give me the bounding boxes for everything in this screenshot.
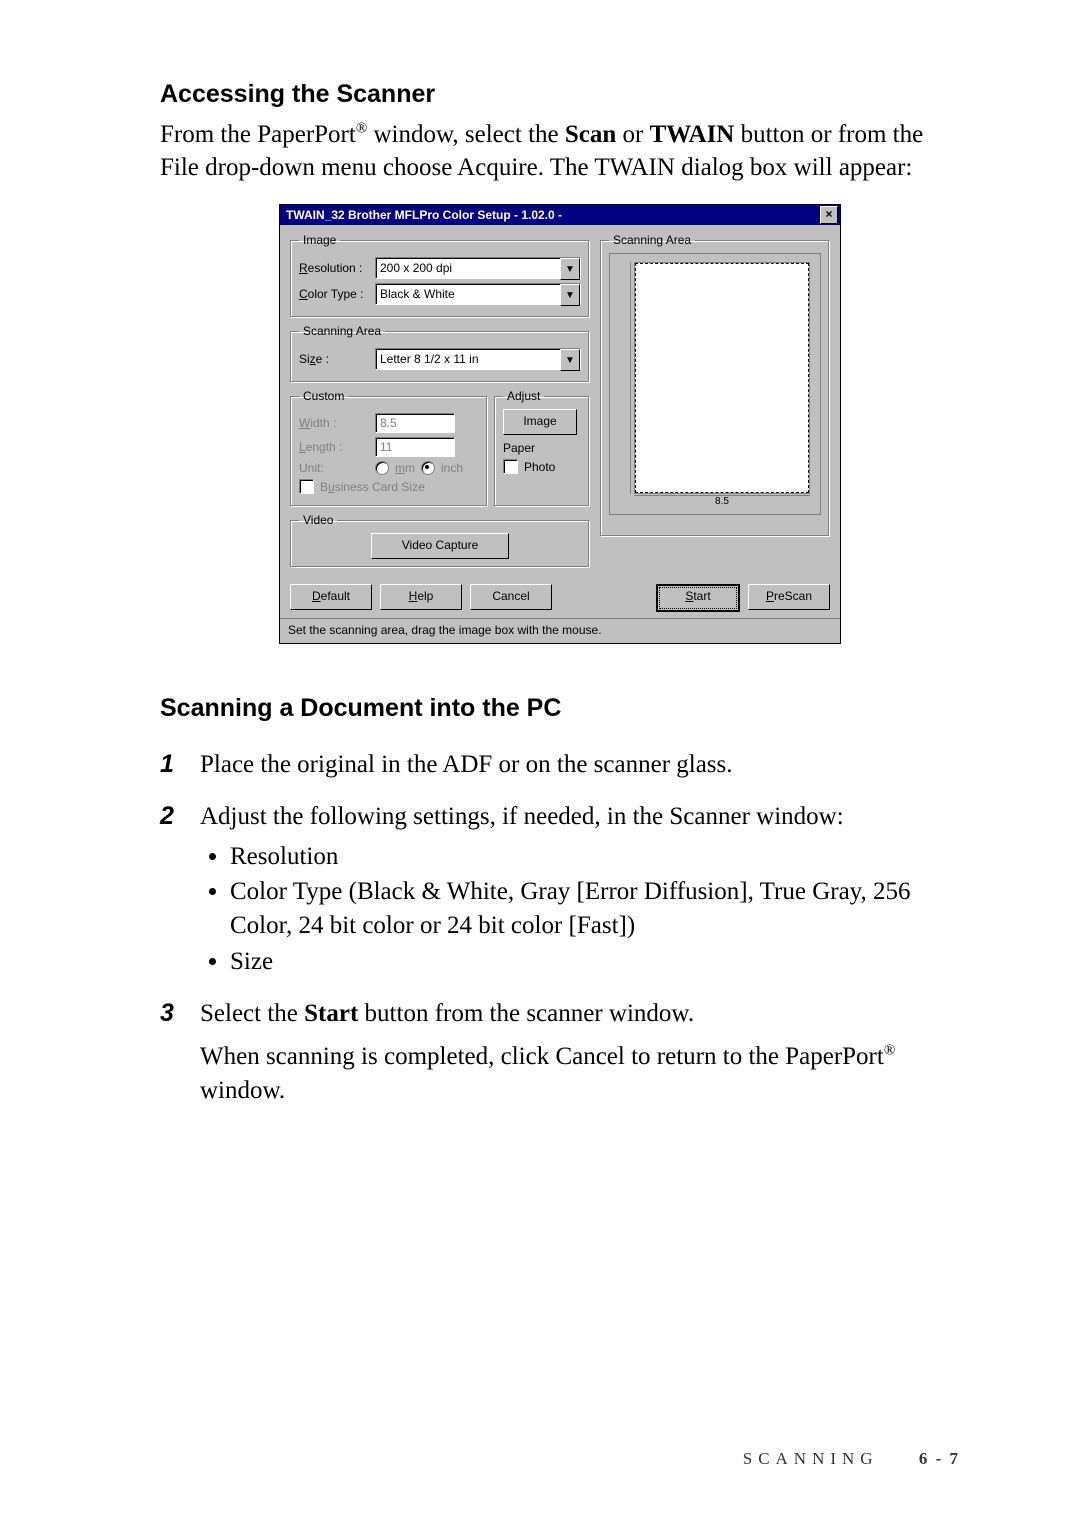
step-text: Place the original in the ADF or on the … [200,751,733,778]
close-icon[interactable]: × [820,206,838,224]
chevron-down-icon[interactable]: ▼ [560,284,580,306]
help-button[interactable]: Help [380,584,462,610]
document-page: Accessing the Scanner From the PaperPort… [0,0,1080,1529]
paper-label: Paper [503,441,581,455]
horizontal-ruler: 8.5 [634,495,810,510]
scan-word: Scan [565,121,616,148]
colortype-value: Black & White [380,287,455,301]
step-number: 1 [160,748,174,782]
step-number: 3 [160,997,174,1031]
colortype-label: Color Type : [299,287,369,301]
bullet-size: Size [230,945,960,979]
preview-group-label: Scanning Area [609,233,695,247]
custom-group: Custom Width : 8.5 Length : 11 Unit: [290,389,488,507]
start-button[interactable]: Start [656,584,740,612]
scanning-area-group: Scanning Area Size : Letter 8 1/2 x 11 i… [290,324,590,383]
chevron-down-icon[interactable]: ▼ [560,349,580,371]
step-number: 2 [160,800,174,834]
business-card-label: Business Card Size [320,480,425,494]
registered-mark: ® [356,121,367,137]
unit-inch-label: inch [441,461,463,475]
bullet-resolution: Resolution [230,840,960,874]
width-input[interactable]: 8.5 [375,413,455,433]
resolution-value: 200 x 200 dpi [380,261,452,275]
prescan-button[interactable]: PreScan [748,584,830,610]
step-1: 1 Place the original in the ADF or on th… [160,748,960,782]
footer-page-number: 6 - 7 [919,1449,960,1468]
chevron-down-icon[interactable]: ▼ [560,258,580,280]
bullet-colortype: Color Type (Black & White, Gray [Error D… [230,875,960,943]
size-label: Size : [299,352,369,366]
text: window, select the [367,121,565,148]
heading-accessing-scanner: Accessing the Scanner [160,80,960,109]
width-label: Width : [299,416,369,430]
cancel-button[interactable]: Cancel [470,584,552,610]
adjust-group: Adjust Image Paper Photo [494,389,590,507]
business-card-checkbox[interactable] [299,479,314,494]
photo-label: Photo [524,460,555,474]
unit-inch-radio[interactable] [421,461,435,475]
status-bar: Set the scanning area, drag the image bo… [280,618,840,643]
scan-canvas[interactable] [634,262,810,494]
step-3: 3 Select the Start button from the scann… [160,997,960,1108]
step-3-para2: When scanning is completed, click Cancel… [200,1040,960,1108]
adjust-image-button[interactable]: Image [503,409,577,435]
text: or [616,121,649,148]
resolution-label: Resolution : [299,261,369,275]
preview-group: Scanning Area 8.5 [600,233,830,537]
custom-group-label: Custom [299,389,348,403]
steps-list: 1 Place the original in the ADF or on th… [160,748,960,1108]
adjust-group-label: Adjust [503,389,544,403]
video-group-label: Video [299,513,337,527]
length-input[interactable]: 11 [375,437,455,457]
default-button[interactable]: Default [290,584,372,610]
heading-scanning-document: Scanning a Document into the PC [160,694,960,723]
vertical-ruler [614,262,631,494]
image-group: Image Resolution : 200 x 200 dpi ▼ Color… [290,233,590,318]
scanning-area-group-label: Scanning Area [299,324,385,338]
text: From the PaperPort [160,121,356,148]
step-2: 2 Adjust the following settings, if need… [160,800,960,979]
step-2-bullets: Resolution Color Type (Black & White, Gr… [230,840,960,979]
page-footer: SCANNING 6 - 7 [743,1449,960,1469]
image-group-label: Image [299,233,340,247]
registered-mark: ® [884,1043,895,1059]
dialog-titlebar[interactable]: TWAIN_32 Brother MFLPro Color Setup - 1.… [280,205,840,225]
size-combo[interactable]: Letter 8 1/2 x 11 in ▼ [375,348,581,370]
video-capture-button[interactable]: Video Capture [371,533,509,559]
footer-section-label: SCANNING [743,1449,879,1468]
intro-paragraph: From the PaperPort® window, select the S… [160,119,960,184]
scan-preview-area[interactable]: 8.5 [609,253,821,515]
unit-label: Unit: [299,461,369,475]
colortype-combo[interactable]: Black & White ▼ [375,283,581,305]
scan-selection-marquee[interactable] [635,263,809,493]
dialog-title: TWAIN_32 Brother MFLPro Color Setup - 1.… [286,208,820,222]
size-value: Letter 8 1/2 x 11 in [380,352,479,366]
unit-mm-radio[interactable] [375,461,389,475]
step-text: Select the Start button from the scanner… [200,1000,694,1027]
video-group: Video Video Capture [290,513,590,568]
length-label: Length : [299,440,369,454]
step-text: Adjust the following settings, if needed… [200,803,844,830]
photo-checkbox[interactable] [503,459,518,474]
twain-word: TWAIN [650,121,735,148]
dialog-button-row: Default Help Cancel Start PreScan [280,578,840,618]
resolution-combo[interactable]: 200 x 200 dpi ▼ [375,257,581,279]
unit-mm-label: mm [395,461,415,475]
twain-dialog: TWAIN_32 Brother MFLPro Color Setup - 1.… [279,204,841,644]
